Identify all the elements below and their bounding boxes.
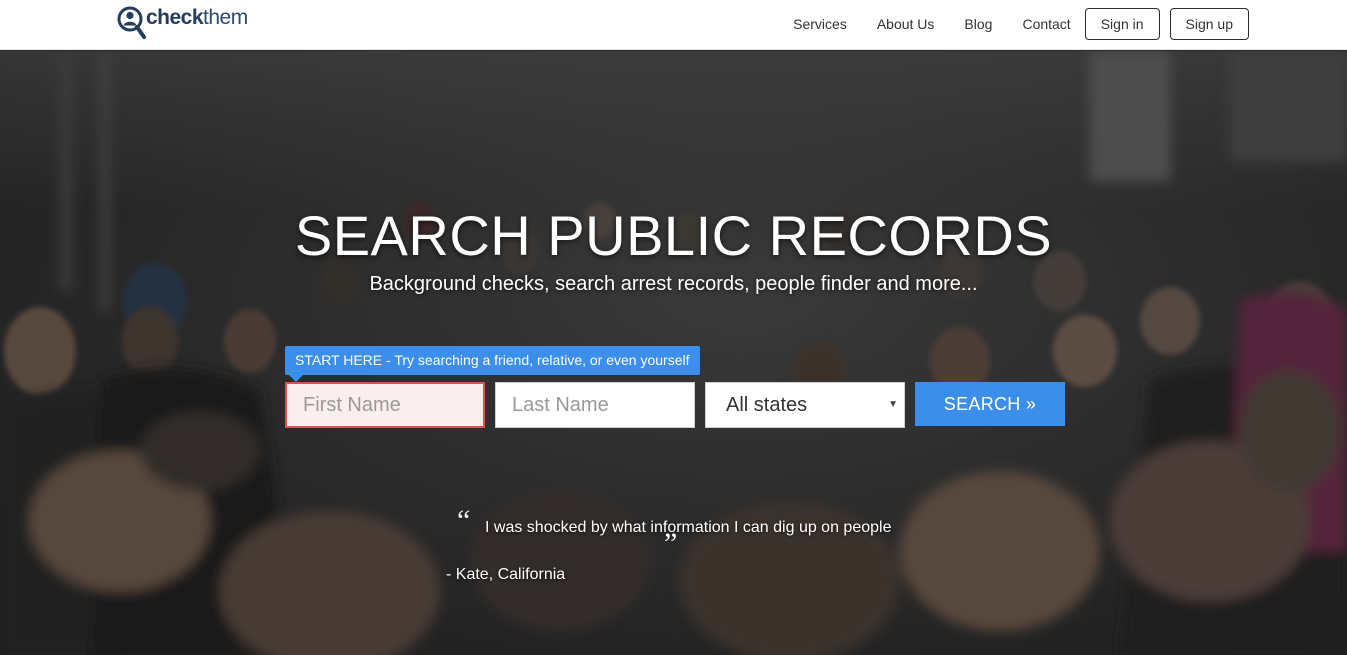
sign-in-button[interactable]: Sign in <box>1084 8 1160 40</box>
quote-close-icon: ” <box>664 527 678 560</box>
caret-down-icon: ▼ <box>888 399 898 410</box>
top-navbar: checkthem Services About Us Blog Contact… <box>0 0 1347 50</box>
brand-logo[interactable]: checkthem <box>116 4 276 46</box>
magnifier-person-icon <box>116 4 148 46</box>
sign-up-button[interactable]: Sign up <box>1169 8 1249 40</box>
testimonial-text: I was shocked by what information I can … <box>485 519 892 536</box>
first-name-input[interactable] <box>285 382 485 428</box>
brand-name: checkthem <box>146 6 248 29</box>
quote-open-icon: “ <box>457 504 471 537</box>
nav-link-blog[interactable]: Blog <box>964 8 992 40</box>
nav-link-contact[interactable]: Contact <box>1022 8 1070 40</box>
start-here-tooltip: START HERE - Try searching a friend, rel… <box>285 346 700 382</box>
search-button[interactable]: SEARCH » <box>915 382 1065 426</box>
state-select[interactable]: All states ▼ <box>705 382 905 428</box>
hero-subtitle: Background checks, search arrest records… <box>369 273 978 295</box>
nav-link-services[interactable]: Services <box>793 8 847 40</box>
nav-links: Services About Us Blog Contact Sign in S… <box>793 8 1249 40</box>
nav-link-about-us[interactable]: About Us <box>877 8 935 40</box>
testimonial-author: - Kate, California <box>446 566 566 583</box>
state-select-value: All states <box>726 394 808 416</box>
hero-section: SEARCH PUBLIC RECORDS Background checks,… <box>0 51 1347 655</box>
hero-title: SEARCH PUBLIC RECORDS <box>294 204 1053 267</box>
last-name-input[interactable] <box>495 382 695 428</box>
